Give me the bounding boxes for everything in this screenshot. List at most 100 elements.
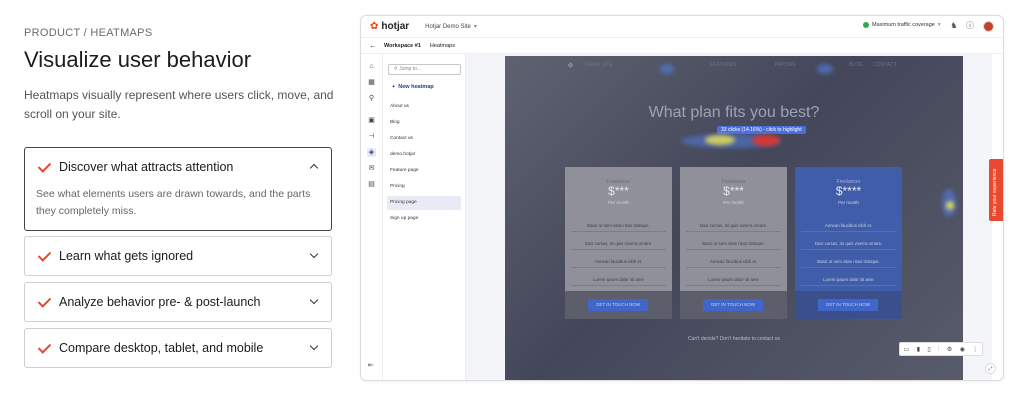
page-list-panel: ⚲ Jump to... + New heatmap About us Blog… <box>383 54 466 380</box>
new-heatmap-label: New heatmap <box>398 84 434 90</box>
accordion-item-launch[interactable]: Analyze behavior pre- & post-launch <box>24 282 332 322</box>
tablet-icon[interactable]: ▮ <box>917 346 920 353</box>
page-item[interactable]: Sign up page <box>387 212 461 226</box>
site-nav-link: PRICING <box>775 62 796 68</box>
site-brand: DEMO SITE <box>585 62 613 68</box>
new-heatmap-button[interactable]: + New heatmap <box>392 84 434 90</box>
page-item[interactable]: Contact us <box>387 132 461 146</box>
funnels-icon[interactable]: ⊣ <box>367 132 376 141</box>
check-icon <box>37 341 51 355</box>
chevron-down-icon: ▾ <box>473 24 477 30</box>
plan-footer: GET IN TOUCH NOW <box>795 291 902 319</box>
plan-cta-button[interactable]: GET IN TOUCH NOW <box>703 299 763 311</box>
check-icon <box>37 249 51 263</box>
plan-cta-button[interactable]: GET IN TOUCH NOW <box>818 299 878 311</box>
breadcrumb-workspace[interactable]: Workspace #1 <box>384 43 421 49</box>
chevron-down-icon[interactable] <box>309 251 319 261</box>
plan-feature: Lorem ipsum dolor sit ame <box>686 277 781 286</box>
accordion-title: Discover what attracts attention <box>59 160 234 174</box>
surveys-icon[interactable]: ▤ <box>367 180 376 189</box>
team-icon[interactable]: ♞ <box>949 21 959 31</box>
chevron-up-icon[interactable] <box>309 162 319 172</box>
feedback-tab-label: Rate your experience <box>992 168 998 216</box>
device-toolbar: ▭ ▮ ▯ | ⚙ ◉ ⋮ <box>899 342 983 356</box>
search-input[interactable]: ⚲ Jump to... <box>388 64 461 75</box>
plan-period: Per month <box>723 200 744 205</box>
home-icon[interactable]: ⌂ <box>367 62 376 71</box>
plan-feature: Aenean faucibus nibh et. <box>571 259 666 268</box>
accordion-header[interactable]: Discover what attracts attention <box>25 148 331 186</box>
coverage-label: Maximum traffic coverage <box>872 22 935 28</box>
traffic-coverage[interactable]: Maximum traffic coverage ▾ <box>863 22 941 28</box>
plan-period: Per month <box>838 200 859 205</box>
flame-icon: ✿ <box>370 21 379 32</box>
accordion-item-ignored[interactable]: Learn what gets ignored <box>24 236 332 276</box>
section-title: Visualize user behavior <box>24 47 252 72</box>
page-item[interactable]: Feature page <box>387 164 461 178</box>
icon-rail: ⌂ ▦ ⚲ ▣ ⊣ ◈ ✉ ▤ <box>361 54 383 380</box>
back-arrow-icon[interactable]: ← <box>369 41 377 50</box>
heat-spot <box>660 64 674 74</box>
page-item[interactable]: Blog <box>387 116 461 130</box>
heat-spot <box>752 135 780 146</box>
page-item[interactable]: demo.hotjar <box>387 148 461 162</box>
chevron-down-icon[interactable] <box>309 343 319 353</box>
accordion-item-attention[interactable]: Discover what attracts attention See wha… <box>24 147 332 231</box>
eye-icon[interactable]: ◉ <box>960 346 965 353</box>
accordion-title: Compare desktop, tablet, and mobile <box>59 341 264 355</box>
breadcrumb-page: Heatmaps <box>429 42 455 49</box>
collapse-sidebar-icon[interactable]: ⇤ <box>368 361 374 369</box>
plan-feature: Basic ut sem vitae risus tristique. <box>686 241 781 250</box>
site-nav-link: BLOG <box>849 62 863 68</box>
page-item[interactable]: Pricing <box>387 180 461 194</box>
dashboard-icon[interactable]: ▦ <box>367 78 376 87</box>
heat-spot <box>705 135 735 145</box>
section-lead: Heatmaps visually represent where users … <box>24 88 334 121</box>
site-selector[interactable]: Hotjar Demo Site ▾ <box>425 23 477 30</box>
feedback-tab[interactable]: Rate your experience <box>989 159 1003 221</box>
avatar[interactable] <box>983 21 994 32</box>
plan-price: $**** <box>835 184 862 198</box>
accordion-title: Learn what gets ignored <box>59 249 194 263</box>
plan-footer: GET IN TOUCH NOW <box>680 291 787 319</box>
feedback-icon[interactable]: ✉ <box>367 164 376 173</box>
desktop-icon[interactable]: ▭ <box>904 346 910 353</box>
accordion-item-devices[interactable]: Compare desktop, tablet, and mobile <box>24 328 332 368</box>
plan-footer: GET IN TOUCH NOW <box>565 291 672 319</box>
accordion-title: Analyze behavior pre- & post-launch <box>59 295 261 309</box>
status-dot <box>863 22 869 28</box>
recordings-icon[interactable]: ▣ <box>367 116 376 125</box>
site-logo-icon: ❖ <box>567 61 575 70</box>
heatmap-preview[interactable]: ❖ DEMO SITE FEATURES PRICING BLOG CONTAC… <box>505 56 963 380</box>
heat-spot <box>817 64 833 74</box>
breadcrumb: ← Workspace #1 Heatmaps <box>361 38 1003 54</box>
plan-feature: Duis cursus, mi quis viverra ornare. <box>686 223 781 232</box>
plan-period: Per month <box>608 200 629 205</box>
hotjar-logo[interactable]: ✿ hotjar <box>370 21 409 32</box>
help-icon[interactable]: ⓘ <box>965 21 975 31</box>
mobile-icon[interactable]: ▯ <box>927 346 930 353</box>
plan-cta-button[interactable]: GET IN TOUCH NOW <box>588 299 648 311</box>
plan-feature: Duis cursus, mi quis viverra ornare. <box>571 241 666 250</box>
heat-spot <box>946 201 954 210</box>
plan-feature: Basic ut sem vitae risus tristique. <box>801 259 896 268</box>
page-item[interactable]: About us <box>387 100 461 114</box>
chevron-down-icon[interactable] <box>309 297 319 307</box>
app-topbar: ✿ hotjar Hotjar Demo Site ▾ Maximum traff… <box>361 16 1003 38</box>
plan-feature: Duis cursus, mi quis viverra ornare. <box>801 241 896 250</box>
plan-feature: Lorem ipsum dolor sit ame <box>801 277 896 286</box>
page-item-selected[interactable]: Pricing page <box>387 196 461 210</box>
plan-feature: Aenean faucibus nibh et. <box>686 259 781 268</box>
heatmaps-icon[interactable]: ◈ <box>367 148 376 157</box>
plan-feature: Lorem ipsum dolor sit ame <box>571 277 666 286</box>
more-icon[interactable]: ⋮ <box>972 346 978 353</box>
check-icon <box>37 160 51 174</box>
site-name: Hotjar Demo Site <box>425 24 471 30</box>
highlights-icon[interactable]: ⚲ <box>367 94 376 103</box>
settings-icon[interactable]: ⚙ <box>947 346 952 353</box>
plan-feature: Aenean faucibus nibh et. <box>801 223 896 232</box>
search-icon: ⚲ <box>394 66 398 72</box>
expand-icon[interactable]: ⤢ <box>985 363 996 374</box>
section-eyebrow: PRODUCT / HEATMAPS <box>24 27 153 39</box>
plan-price: $*** <box>723 184 744 198</box>
